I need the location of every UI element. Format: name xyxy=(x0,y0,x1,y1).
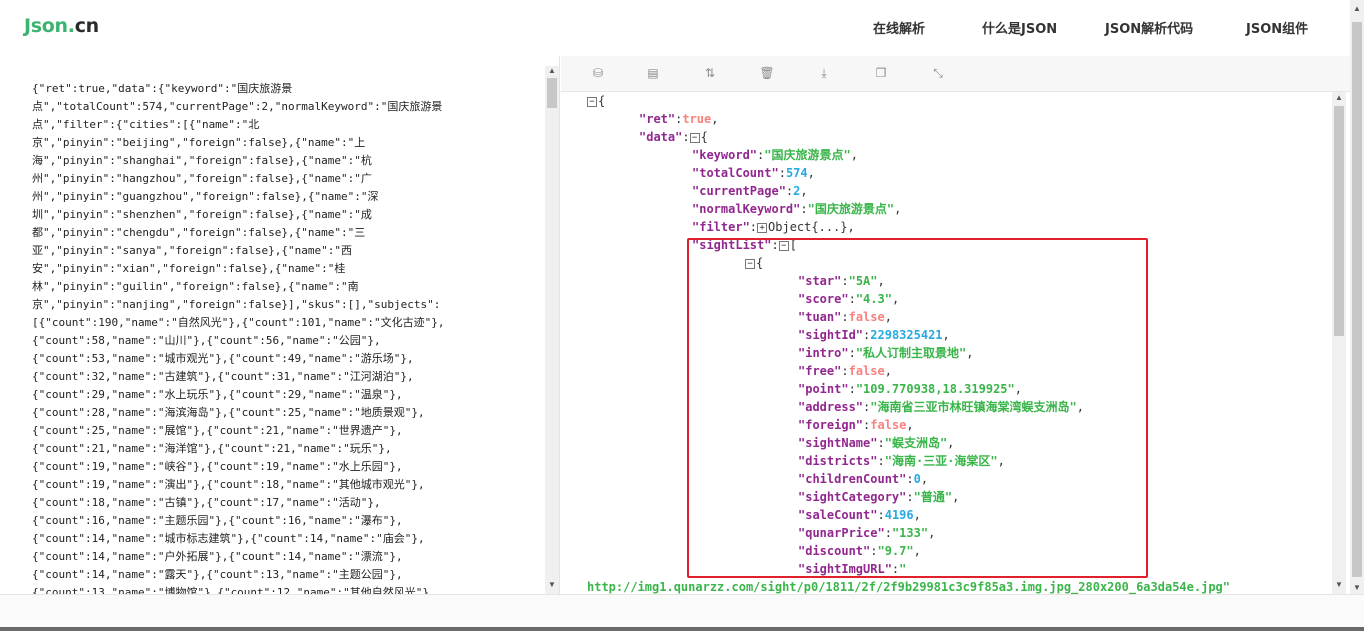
tree-row-foreign: "foreign":false, xyxy=(798,418,914,432)
tree-row-discount: "discount":"9.7", xyxy=(798,544,921,558)
tree-row-sightid: "sightId":2298325421, xyxy=(798,328,950,342)
tree-row-filter: "filter": + Object{...}, xyxy=(692,220,855,234)
raw-line: 点","filter":{"cities":[{"name":"北 xyxy=(32,118,260,131)
nav-what-is-json[interactable]: 什么是JSON xyxy=(982,18,1057,37)
tree-root-open: −{ xyxy=(587,92,605,110)
page-scrollbar[interactable]: ▲ ▼ xyxy=(1350,0,1364,600)
tree-row-sightlist: "sightList": −[ xyxy=(692,238,797,252)
tree-row-childrencount: "childrenCount":0, xyxy=(798,472,929,486)
scroll-down-arrow-icon[interactable]: ▼ xyxy=(548,580,556,589)
scroll-thumb[interactable] xyxy=(547,78,557,108)
raw-line: 林","pinyin":"guilin","foreign":false},{"… xyxy=(32,280,359,293)
expand-toggle-icon[interactable]: + xyxy=(757,222,768,233)
raw-line: {"count":32,"name":"古建筑"},{"count":31,"n… xyxy=(32,370,414,383)
tree-row-score: "score":"4.3", xyxy=(798,292,900,306)
raw-line: {"count":14,"name":"户外拓展"},{"count":14,"… xyxy=(32,550,403,563)
tree-row-keyword: "keyword":"国庆旅游景点", xyxy=(692,148,858,162)
tree-row-data: "data": −{ xyxy=(639,130,708,144)
logo-part1: Json xyxy=(24,15,68,37)
raw-line: {"count":28,"name":"海滨海岛"},{"count":25,"… xyxy=(32,406,425,419)
raw-line: {"ret":true,"data":{"keyword":"国庆旅游景 xyxy=(32,82,293,95)
logo-part2: cn xyxy=(74,15,100,37)
tree-row-qunarprice: "qunarPrice":"133", xyxy=(798,526,936,540)
trash-icon[interactable]: 🗑 xyxy=(756,63,778,83)
raw-line: {"count":25,"name":"展馆"},{"count":21,"na… xyxy=(32,424,403,437)
raw-line: 圳","pinyin":"shenzhen","foreign":false},… xyxy=(32,208,372,221)
raw-line: {"count":29,"name":"水上玩乐"},{"count":29,"… xyxy=(32,388,403,401)
collapse-toggle-icon[interactable]: − xyxy=(689,132,700,143)
site-logo[interactable]: Json.cn xyxy=(24,15,99,37)
raw-line: {"count":19,"name":"演出"},{"count":18,"na… xyxy=(32,478,425,491)
bottom-strip xyxy=(0,594,1364,631)
scroll-up-arrow-icon[interactable]: ▲ xyxy=(548,66,556,75)
raw-line: {"count":14,"name":"露天"},{"count":13,"na… xyxy=(32,568,403,581)
raw-line: 海","pinyin":"shanghai","foreign":false},… xyxy=(32,154,372,167)
raw-line: {"count":19,"name":"峡谷"},{"count":19,"na… xyxy=(32,460,403,473)
raw-line: 州","pinyin":"hangzhou","foreign":false},… xyxy=(32,172,372,185)
nav-json-components[interactable]: JSON组件 xyxy=(1246,18,1308,37)
collapse-toggle-icon[interactable]: − xyxy=(778,240,789,251)
raw-json-input[interactable]: {"ret":true,"data":{"keyword":"国庆旅游景 点","… xyxy=(0,56,560,594)
raw-line: {"count":18,"name":"古镇"},{"count":17,"na… xyxy=(32,496,381,509)
raw-line: 点","totalCount":574,"currentPage":2,"nor… xyxy=(32,100,443,113)
raw-line: [{"count":190,"name":"自然风光"},{"count":10… xyxy=(32,316,445,329)
tree-row-address: "address":"海南省三亚市林旺镇海棠湾蜈支洲岛", xyxy=(798,400,1084,414)
tree-row-districts: "districts":"海南·三亚·海棠区", xyxy=(798,454,1005,468)
viewer-toolbar: ⛁ ▤ ⇅ 🗑 ⤓ ❐ ⤡ xyxy=(561,56,1350,92)
collapse-toggle-icon[interactable]: − xyxy=(745,258,755,269)
raw-line: 都","pinyin":"chengdu","foreign":false},{… xyxy=(32,226,366,239)
tree-row-normalkeyword: "normalKeyword":"国庆旅游景点", xyxy=(692,202,902,216)
top-navbar: Json.cn 在线解析 什么是JSON JSON解析代码 JSON组件 xyxy=(0,0,1364,56)
nav-json-code[interactable]: JSON解析代码 xyxy=(1105,18,1193,37)
logo-dot: . xyxy=(67,15,75,37)
raw-line: 安","pinyin":"xian","foreign":false},{"na… xyxy=(32,262,346,275)
scroll-thumb[interactable] xyxy=(1352,22,1362,577)
tree-row-ret: "ret":true, xyxy=(639,112,719,126)
tree-row-img-url: http://img1.qunarzz.com/sight/p0/1811/2f… xyxy=(587,580,1230,594)
scroll-up-arrow-icon[interactable]: ▲ xyxy=(1353,4,1361,13)
raw-line: {"count":13,"name":"博物馆"},{"count":12,"n… xyxy=(32,586,436,594)
tree-row-tuan: "tuan":false, xyxy=(798,310,892,324)
raw-line: {"count":16,"name":"主题乐园"},{"count":16,"… xyxy=(32,514,403,527)
database-icon[interactable]: ⛁ xyxy=(587,63,609,83)
json-tree: −{ "ret":true, "data": −{ "keyword":"国庆旅游… xyxy=(587,92,1332,594)
scroll-down-arrow-icon[interactable]: ▼ xyxy=(1335,580,1343,589)
tree-row-free: "free":false, xyxy=(798,364,892,378)
scroll-thumb[interactable] xyxy=(1334,106,1344,336)
tree-row-intro: "intro":"私人订制主取景地", xyxy=(798,346,974,360)
raw-line: 京","pinyin":"nanjing","foreign":false}],… xyxy=(32,298,441,311)
sort-icon[interactable]: ⇅ xyxy=(699,63,721,83)
taskbar-edge xyxy=(0,627,1364,631)
compress-icon[interactable]: ⤡ xyxy=(927,63,949,83)
formatted-json-panel: ⛁ ▤ ⇅ 🗑 ⤓ ❐ ⤡ −{ "ret":true, "data": −{ "… xyxy=(561,56,1350,594)
raw-line: 亚","pinyin":"sanya","foreign":false},{"n… xyxy=(32,244,353,257)
scroll-down-arrow-icon[interactable]: ▼ xyxy=(1353,583,1361,592)
tree-scrollbar[interactable]: ▲ ▼ xyxy=(1332,92,1346,594)
tree-row-sightimgurl: "sightImgURL":" xyxy=(798,562,907,576)
tree-row-sight-object: −{ xyxy=(745,254,763,272)
download-icon[interactable]: ⤓ xyxy=(813,63,835,83)
excel-icon[interactable]: ▤ xyxy=(642,63,664,83)
tree-row-salecount: "saleCount":4196, xyxy=(798,508,921,522)
tree-row-star: "star":"5A", xyxy=(798,274,885,288)
raw-line: {"count":58,"name":"山川"},{"count":56,"na… xyxy=(32,334,381,347)
tree-row-totalcount: "totalCount":574, xyxy=(692,166,815,180)
raw-json-text[interactable]: {"ret":true,"data":{"keyword":"国庆旅游景 点","… xyxy=(32,80,532,594)
tree-row-currentpage: "currentPage":2, xyxy=(692,184,808,198)
raw-line: 州","pinyin":"guangzhou","foreign":false}… xyxy=(32,190,379,203)
raw-line: {"count":21,"name":"海洋馆"},{"count":21,"n… xyxy=(32,442,392,455)
collapse-toggle-icon[interactable]: − xyxy=(587,96,597,107)
nav-online-parse[interactable]: 在线解析 xyxy=(873,18,925,37)
left-scrollbar[interactable]: ▲ ▼ xyxy=(545,66,559,594)
copy-icon[interactable]: ❐ xyxy=(870,63,892,83)
scroll-up-arrow-icon[interactable]: ▲ xyxy=(1335,93,1343,102)
raw-line: {"count":14,"name":"城市标志建筑"},{"count":14… xyxy=(32,532,425,545)
raw-line: 京","pinyin":"beijing","foreign":false},{… xyxy=(32,136,366,149)
tree-row-point: "point":"109.770938,18.319925", xyxy=(798,382,1022,396)
tree-row-sightcategory: "sightCategory":"普通", xyxy=(798,490,960,504)
tree-row-sightname: "sightName":"蜈支洲岛", xyxy=(798,436,955,450)
raw-line: {"count":53,"name":"城市观光"},{"count":49,"… xyxy=(32,352,414,365)
